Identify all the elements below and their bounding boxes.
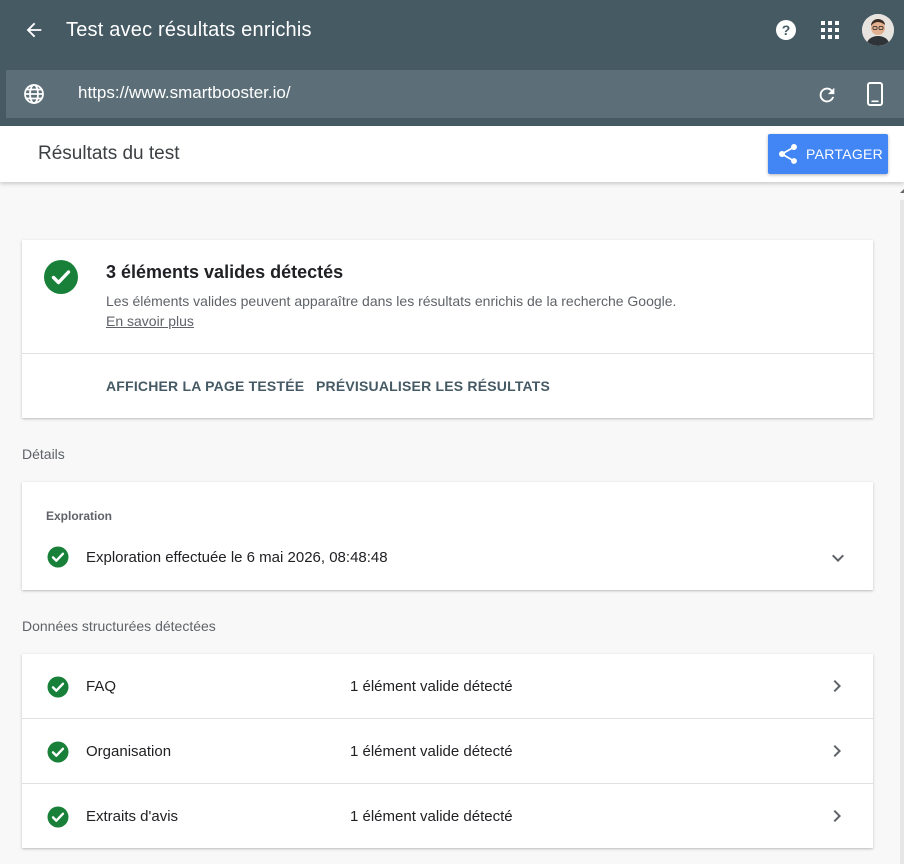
structured-row-review-snippets[interactable]: Extraits d'avis 1 élément valide détecté [22, 784, 873, 849]
smartphone-icon[interactable] [862, 81, 888, 107]
apps-grid-icon[interactable] [816, 16, 844, 44]
tested-url[interactable]: https://www.smartbooster.io/ [78, 83, 291, 103]
chevron-down-icon[interactable] [826, 546, 850, 570]
globe-icon [22, 82, 46, 106]
avatar[interactable] [862, 14, 894, 46]
chevron-right-icon [825, 674, 849, 698]
divider [22, 353, 873, 354]
summary-description-text: Les éléments valides peuvent apparaître … [106, 293, 677, 309]
structured-data-card: FAQ 1 élément valide détecté Organisatio… [22, 654, 873, 848]
check-circle-icon [44, 260, 78, 294]
chevron-right-icon [825, 739, 849, 763]
details-section-label: Détails [22, 446, 65, 462]
row-status: 1 élément valide détecté [350, 743, 513, 760]
check-circle-icon [47, 741, 69, 763]
structured-data-section-label: Données structurées détectées [22, 618, 216, 634]
preview-results-button[interactable]: PRÉVISUALISER LES RÉSULTATS [316, 378, 550, 394]
summary-card: 3 éléments valides détectés Les éléments… [22, 240, 873, 418]
page-title: Résultats du test [38, 143, 180, 164]
svg-text:?: ? [782, 22, 791, 38]
learn-more-link[interactable]: En savoir plus [106, 313, 194, 329]
row-name: Extraits d'avis [86, 808, 179, 825]
share-label: PARTAGER [806, 146, 884, 162]
row-name: Organisation [86, 743, 172, 760]
scroll-up-arrow[interactable] [898, 186, 904, 198]
share-button[interactable]: PARTAGER [768, 134, 888, 174]
results-header: Résultats du test PARTAGER [0, 126, 904, 182]
chevron-right-icon [825, 804, 849, 828]
summary-title: 3 éléments valides détectés [106, 262, 344, 282]
row-name: FAQ [86, 678, 117, 695]
check-circle-icon [47, 806, 69, 828]
check-circle-icon [47, 676, 69, 698]
share-icon [776, 142, 800, 166]
structured-row-organisation[interactable]: Organisation 1 élément valide détecté [22, 719, 873, 784]
app-bar: Test avec résultats enrichis ? https://w… [0, 0, 904, 126]
crawl-card: Exploration Exploration effectuée le 6 m… [22, 482, 873, 590]
row-status: 1 élément valide détecté [350, 808, 513, 825]
url-bar: https://www.smartbooster.io/ [6, 70, 904, 118]
reload-icon[interactable] [814, 82, 840, 108]
view-tested-page-button[interactable]: AFFICHER LA PAGE TESTÉE [106, 378, 304, 394]
row-status: 1 élément valide détecté [350, 678, 513, 695]
crawl-category: Exploration [46, 509, 113, 523]
app-title: Test avec résultats enrichis [66, 19, 312, 41]
back-arrow-icon[interactable] [18, 14, 50, 46]
scrollbar[interactable] [900, 200, 904, 864]
check-circle-icon [47, 546, 69, 568]
summary-description: Les éléments valides peuvent apparaître … [106, 291, 686, 331]
structured-row-faq[interactable]: FAQ 1 élément valide détecté [22, 654, 873, 719]
help-icon[interactable]: ? [772, 16, 800, 44]
crawl-status-text: Exploration effectuée le 6 mai 2026, 08:… [86, 549, 388, 566]
